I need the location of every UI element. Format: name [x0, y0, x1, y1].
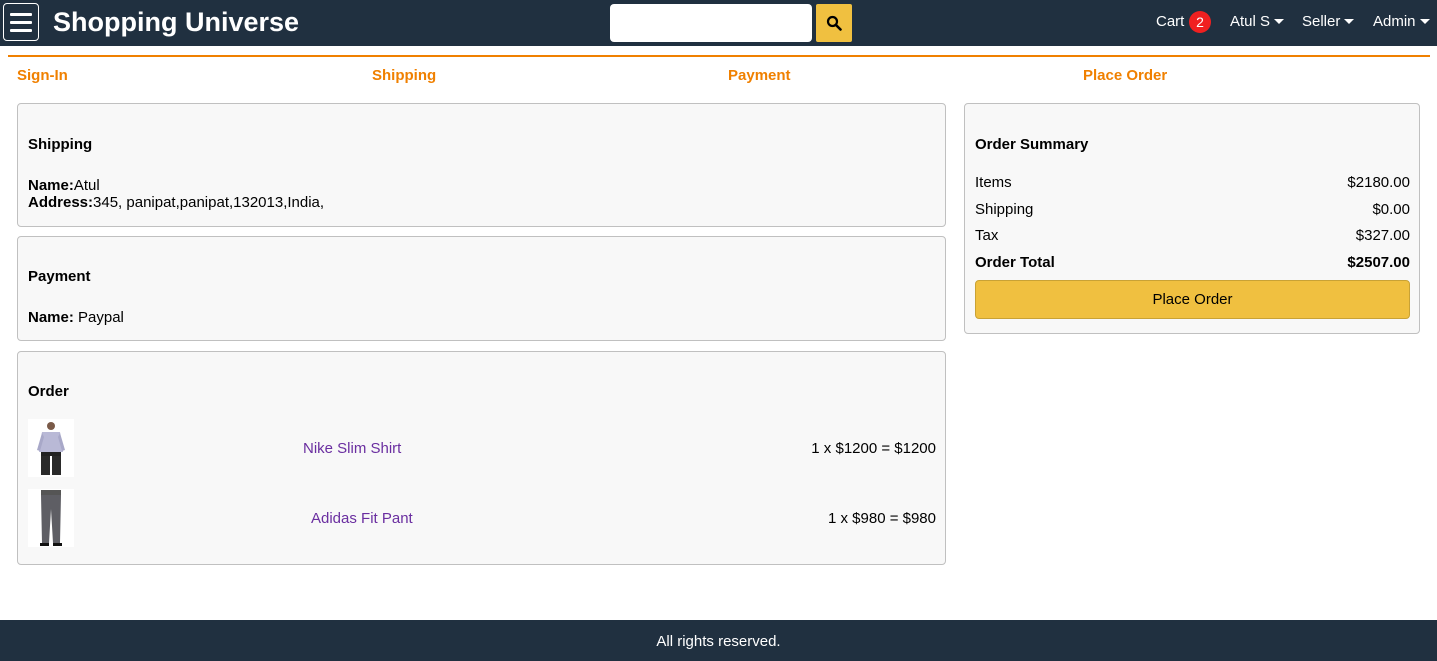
order-card: Order Nike Slim Shirt 1 x $1200 = $1200 … — [17, 351, 946, 565]
payment-name-label: Name: — [28, 309, 74, 326]
shirt-image-icon — [37, 422, 65, 475]
product-link-adidas-fit-pant[interactable]: Adidas Fit Pant — [311, 510, 413, 528]
user-menu-label: Atul S — [1230, 13, 1271, 30]
shipping-title: Shipping — [28, 136, 93, 153]
shipping-name-label: Name: — [28, 177, 74, 194]
place-order-button[interactable]: Place Order — [975, 280, 1410, 319]
summary-value: $327.00 — [1355, 227, 1410, 244]
item-price-line: 1 x $980 = $980 — [827, 510, 936, 527]
footer: All rights reserved. — [0, 620, 1437, 661]
caret-down-icon — [1344, 18, 1355, 24]
payment-title: Payment — [28, 268, 91, 285]
payment-method: Name: Paypal — [28, 309, 124, 326]
summary-row-total: Order Total $2507.00 — [975, 254, 1410, 272]
summary-value: $0.00 — [1372, 201, 1410, 218]
pant-image-icon — [40, 490, 62, 546]
order-summary-card: Order Summary Items $2180.00 Shipping $0… — [964, 103, 1420, 334]
summary-row-items: Items $2180.00 — [975, 174, 1410, 192]
checkout-steps-progress — [8, 55, 1430, 57]
product-image-pant[interactable] — [28, 489, 74, 547]
step-place-order: Place Order — [1083, 67, 1168, 84]
step-shipping: Shipping — [372, 67, 437, 84]
order-summary-title: Order Summary — [975, 136, 1089, 153]
shipping-address-label: Address: — [28, 194, 94, 211]
step-payment: Payment — [728, 67, 791, 84]
shipping-card: Shipping Name:Atul Address:345, panipat,… — [17, 103, 946, 227]
summary-value: $2180.00 — [1347, 174, 1410, 191]
summary-label: Tax — [975, 227, 999, 244]
summary-total-value: $2507.00 — [1347, 254, 1410, 271]
shipping-name: Name:Atul — [28, 177, 100, 194]
summary-total-label: Order Total — [975, 254, 1055, 271]
order-title: Order — [28, 383, 69, 400]
admin-menu-label: Admin — [1373, 13, 1416, 30]
admin-menu-dropdown[interactable]: Admin — [1373, 13, 1430, 31]
brand-logo-link[interactable]: Shopping Universe — [53, 6, 299, 38]
user-menu-dropdown[interactable]: Atul S — [1230, 13, 1285, 31]
search-icon — [826, 15, 842, 31]
product-link-nike-slim-shirt[interactable]: Nike Slim Shirt — [303, 440, 401, 458]
payment-method-value: Paypal — [73, 309, 124, 326]
summary-label: Shipping — [975, 201, 1034, 218]
search-input[interactable] — [610, 4, 812, 42]
caret-down-icon — [1419, 18, 1430, 24]
item-price-line: 1 x $1200 = $1200 — [811, 440, 936, 457]
seller-menu-label: Seller — [1302, 13, 1341, 30]
shipping-name-value: Atul — [73, 177, 100, 194]
top-navbar: Shopping Universe Cart 2 Atul S Seller A… — [0, 0, 1437, 46]
footer-text: All rights reserved. — [656, 633, 781, 650]
cart-count-badge: 2 — [1189, 11, 1211, 33]
summary-row-shipping: Shipping $0.00 — [975, 201, 1410, 219]
payment-card: Payment Name: Paypal — [17, 236, 946, 341]
step-sign-in: Sign-In — [17, 67, 68, 84]
product-image-shirt[interactable] — [28, 419, 74, 477]
summary-row-tax: Tax $327.00 — [975, 227, 1410, 245]
shipping-address: Address:345, panipat,panipat,132013,Indi… — [28, 194, 324, 211]
cart-link[interactable]: Cart — [1156, 13, 1184, 31]
shipping-address-value: 345, panipat,panipat,132013,India, — [93, 194, 325, 211]
caret-down-icon — [1274, 18, 1285, 24]
search-button[interactable] — [816, 4, 852, 42]
summary-label: Items — [975, 174, 1012, 191]
hamburger-menu-icon[interactable] — [3, 3, 39, 41]
seller-menu-dropdown[interactable]: Seller — [1302, 13, 1355, 31]
